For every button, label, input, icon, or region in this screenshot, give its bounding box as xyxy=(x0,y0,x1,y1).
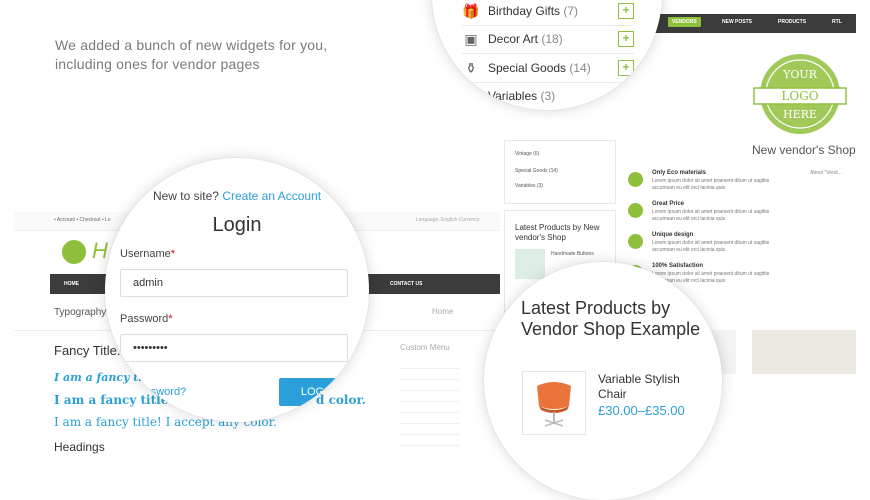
forgot-password-link[interactable]: password? xyxy=(133,386,186,398)
expand-plus-icon[interactable]: + xyxy=(618,3,634,19)
feature-title: Great Price xyxy=(652,201,685,207)
category-count: (7) xyxy=(563,4,579,18)
category-count: (18) xyxy=(541,32,563,46)
menu-line[interactable] xyxy=(400,391,460,402)
category-item-special-goods[interactable]: ⚱ Special Goods (14) + xyxy=(462,55,634,83)
breadcrumb-home[interactable]: Home xyxy=(432,307,453,316)
sidebar-row[interactable]: Vintage (6) xyxy=(515,151,539,157)
categories-magnifier: 🎁 Birthday Gifts (7) + ▣ Decor Art (18) … xyxy=(432,0,662,110)
page-title: Typography xyxy=(54,307,107,318)
feature-title: Unique design xyxy=(652,232,694,238)
menu-line[interactable] xyxy=(400,380,460,391)
category-label: Special Goods (14) xyxy=(488,61,591,75)
diamond-icon xyxy=(628,234,643,249)
category-item-decor-art[interactable]: ▣ Decor Art (18) + xyxy=(462,26,634,54)
theme-nav-contact[interactable]: CONTACT US xyxy=(390,281,422,287)
feature-desc: Lorem ipsum dolor sit amet praesent ditu… xyxy=(652,240,770,253)
shop-nav-rtl[interactable]: RTL xyxy=(832,19,842,25)
feature-title: Only Eco materials xyxy=(652,170,707,176)
fancy-title-heading: Fancy Title. xyxy=(54,343,121,358)
gift-icon: 🎁 xyxy=(462,3,480,19)
category-name: Birthday Gifts xyxy=(488,4,561,18)
top-links[interactable]: • Account • Checkout • Lo xyxy=(54,217,111,223)
feature-item: Only Eco materials Lorem ipsum dolor sit… xyxy=(626,170,786,201)
headings-label: Headings xyxy=(54,440,105,454)
product-price: £30.00–£35.00 xyxy=(598,403,685,418)
divider xyxy=(462,53,634,54)
latest-products-magnifier: Latest Products by Vendor Shop Example V… xyxy=(484,262,722,500)
category-count: (3) xyxy=(540,89,556,103)
logo-wordmark[interactable]: H xyxy=(92,238,108,264)
product-name[interactable]: Variable Stylish Chair xyxy=(598,372,708,402)
category-label: Decor Art (18) xyxy=(488,32,563,46)
shop-nav-new-posts[interactable]: NEW POSTS xyxy=(722,19,752,25)
shop-nav-bar: VENDORS NEW POSTS PRODUCTS RTL xyxy=(640,14,856,33)
theme-nav-home[interactable]: HOME xyxy=(64,281,79,287)
password-label: Password* xyxy=(120,313,173,325)
category-label: Birthday Gifts (7) xyxy=(488,4,578,18)
menu-line[interactable] xyxy=(400,413,460,424)
password-field[interactable]: ••••••••• xyxy=(120,334,348,362)
login-button[interactable]: LOGI xyxy=(279,378,349,406)
product-thumb[interactable] xyxy=(515,249,545,279)
category-sidebar-small: Vintage (6) Special Goods (14) Variables… xyxy=(504,140,616,204)
price-icon xyxy=(628,203,643,218)
password-label-text: Password xyxy=(120,313,169,325)
custom-menu-title: Custom Menu xyxy=(400,343,450,352)
shop-nav-vendors[interactable]: VENDORS xyxy=(668,17,701,27)
username-label: Username* xyxy=(120,248,176,260)
custom-menu-list xyxy=(400,358,460,446)
category-item-birthday-gifts[interactable]: 🎁 Birthday Gifts (7) + xyxy=(462,0,634,26)
feature-desc: Lorem ipsum dolor sit amet praesent ditu… xyxy=(652,209,770,222)
bottle-icon: ⚱ xyxy=(465,60,477,76)
expand-plus-icon[interactable]: + xyxy=(618,31,634,47)
menu-line[interactable] xyxy=(400,369,460,380)
category-name: Variables xyxy=(488,89,538,103)
category-name: Special Goods xyxy=(488,61,567,75)
logo-text-here: HERE xyxy=(783,108,817,121)
category-label: Variables (3) xyxy=(488,89,555,103)
your-logo-here-badge: YOUR LOGO HERE xyxy=(753,54,847,134)
product-image[interactable] xyxy=(522,371,586,435)
new-to-site-text: New to site? xyxy=(152,189,219,203)
create-account-link[interactable]: Create an Account xyxy=(222,189,321,203)
login-title: Login xyxy=(212,214,262,236)
sidebar-row[interactable]: Variables (3) xyxy=(515,183,543,189)
product-photo[interactable] xyxy=(752,330,856,374)
feature-item: Unique design Lorem ipsum dolor sit amet… xyxy=(626,232,786,263)
chair-icon xyxy=(537,382,571,427)
top-right-settings[interactable]: Language: English Currency: xyxy=(416,217,481,223)
feature-item: Great Price Lorem ipsum dolor sit amet p… xyxy=(626,201,786,232)
sidebar-row[interactable]: Special Goods (14) xyxy=(515,168,558,174)
logo-icon[interactable] xyxy=(62,240,86,264)
feature-title: 100% Satisfaction xyxy=(652,263,704,269)
dots-icon: ⁘ xyxy=(465,88,477,104)
category-name: Decor Art xyxy=(488,32,539,46)
vendor-shop-title: New vendor's Shop xyxy=(752,143,856,157)
latest-small-title: Latest Products by New vendor's Shop xyxy=(515,223,600,242)
login-magnifier: New to site? Create an Account Login Use… xyxy=(105,158,369,422)
menu-line[interactable] xyxy=(400,435,460,446)
username-field[interactable]: admin xyxy=(120,269,348,297)
latest-products-title: Latest Products by Vendor Shop Example xyxy=(521,298,701,339)
menu-line[interactable] xyxy=(400,424,460,435)
leaf-icon xyxy=(628,172,643,187)
menu-line[interactable] xyxy=(400,358,460,369)
category-count: (14) xyxy=(569,61,591,75)
camera-icon: ▣ xyxy=(464,31,478,47)
expand-plus-icon[interactable]: + xyxy=(618,60,634,76)
new-to-site-line: New to site? Create an Account xyxy=(105,189,369,203)
feature-desc: Lorem ipsum dolor sit amet praesent ditu… xyxy=(652,178,770,191)
intro-text: We added a bunch of new widgets for you,… xyxy=(55,37,328,72)
logo-text-logo: LOGO xyxy=(781,89,818,103)
menu-line[interactable] xyxy=(400,402,460,413)
username-label-text: Username xyxy=(120,248,171,260)
logo-text-your: YOUR xyxy=(782,68,818,81)
category-item-variables[interactable]: ⁘ Variables (3) xyxy=(462,83,634,110)
shop-nav-products[interactable]: PRODUCTS xyxy=(778,19,806,25)
about-vendor-text: About "Vend... xyxy=(810,170,842,176)
latest-small-item[interactable]: Handmade Buttons xyxy=(551,251,601,257)
